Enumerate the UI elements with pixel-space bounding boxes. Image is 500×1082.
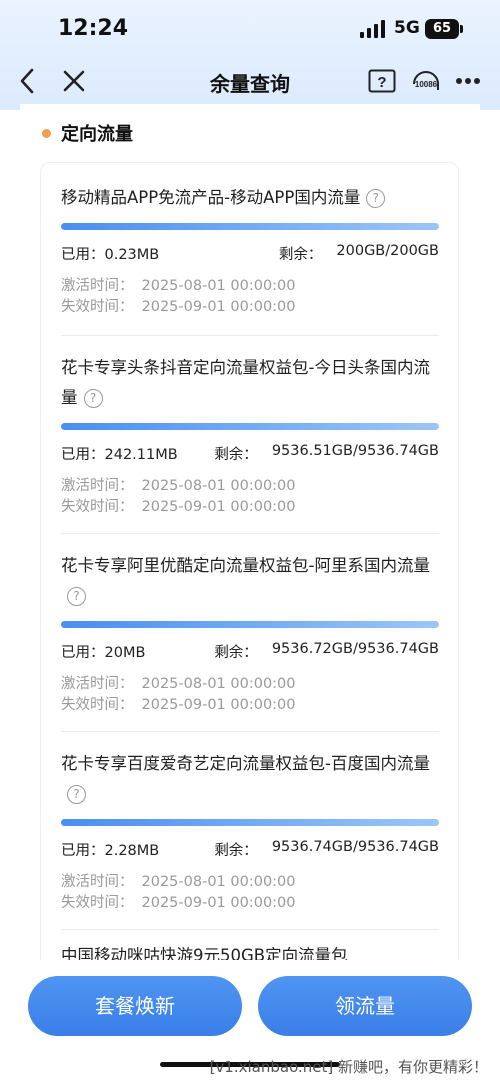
network-type: 5G bbox=[394, 18, 420, 38]
usage-bar bbox=[61, 423, 439, 430]
usage-row: 已用：20MB 剩余： 9536.72GB/9536.74GB bbox=[61, 641, 439, 662]
customer-service-icon[interactable]: 10086 bbox=[404, 58, 448, 104]
package-name: 移动精品APP免流产品-移动APP国内流量? bbox=[61, 183, 439, 213]
question-icon[interactable]: ? bbox=[67, 587, 86, 606]
divider bbox=[61, 533, 439, 534]
activate-time: 激活时间： 2025-08-01 00:00:00 bbox=[61, 278, 296, 294]
signal-icon bbox=[360, 20, 385, 38]
expire-time: 失效时间： 2025-09-01 00:00:00 bbox=[61, 499, 296, 515]
divider bbox=[61, 335, 439, 336]
used-label: 已用： bbox=[61, 645, 105, 661]
section-title: 定向流量 bbox=[61, 124, 133, 145]
used-label: 已用： bbox=[61, 447, 105, 463]
plan-renew-button[interactable]: 套餐焕新 bbox=[28, 976, 242, 1036]
used-value: 242.11MB bbox=[104, 447, 178, 463]
remain-value: 200GB/200GB bbox=[336, 243, 439, 259]
svg-text:?: ? bbox=[377, 74, 386, 91]
divider bbox=[61, 929, 439, 930]
status-time: 12:24 bbox=[58, 16, 129, 41]
expire-time: 失效时间： 2025-09-01 00:00:00 bbox=[61, 697, 296, 713]
claim-data-button[interactable]: 领流量 bbox=[258, 976, 472, 1036]
question-icon[interactable]: ? bbox=[83, 389, 103, 408]
package-item: 移动精品APP免流产品-移动APP国内流量? 已用：0.23MB 剩余： 200G… bbox=[61, 183, 439, 318]
package-item: 中国移动咪咕快游9元50GB定向流量包 bbox=[61, 941, 439, 960]
battery-icon: 65 bbox=[425, 19, 459, 39]
usage-row: 已用：242.11MB 剩余： 9536.51GB/9536.74GB bbox=[61, 443, 439, 464]
package-item: 花卡专享头条抖音定向流量权益包-今日头条国内流量? 已用：242.11MB 剩余… bbox=[61, 353, 439, 518]
package-item: 花卡专享百度爱奇艺定向流量权益包-百度国内流量? 已用：2.28MB 剩余： 95… bbox=[61, 749, 439, 914]
remain-label: 剩余： bbox=[214, 843, 258, 859]
question-icon[interactable]: ? bbox=[366, 189, 386, 208]
package-name: 中国移动咪咕快游9元50GB定向流量包 bbox=[61, 946, 348, 960]
more-icon[interactable] bbox=[448, 58, 488, 104]
remain-label: 剩余： bbox=[278, 247, 323, 263]
activate-time: 激活时间： 2025-08-01 00:00:00 bbox=[61, 478, 296, 494]
remain-label: 剩余： bbox=[214, 645, 258, 661]
content-area: 定向流量 移动精品APP免流产品-移动APP国内流量? 已用：0.23MB 剩余… bbox=[20, 104, 480, 960]
package-name: 花卡专享阿里优酷定向流量权益包-阿里系国内流量? bbox=[61, 551, 439, 611]
question-icon[interactable]: ? bbox=[67, 785, 86, 804]
section-header: 定向流量 bbox=[42, 120, 133, 146]
package-name: 花卡专享百度爱奇艺定向流量权益包-百度国内流量? bbox=[61, 749, 439, 809]
package-item: 花卡专享阿里优酷定向流量权益包-阿里系国内流量? 已用：20MB 剩余： 9536… bbox=[61, 551, 439, 716]
remain-value: 9536.51GB/9536.74GB bbox=[271, 443, 439, 459]
watermark: [v1.xianbao.net] 新赚吧，有你更精彩！ bbox=[209, 1058, 488, 1076]
usage-bar bbox=[61, 621, 439, 628]
divider bbox=[61, 731, 439, 732]
activate-time: 激活时间： 2025-08-01 00:00:00 bbox=[61, 874, 296, 890]
used-value: 20MB bbox=[104, 645, 146, 661]
status-bar: 12:24 5G 65 bbox=[0, 0, 500, 58]
help-icon[interactable]: ? bbox=[362, 58, 402, 104]
used-label: 已用： bbox=[61, 247, 105, 263]
usage-row: 已用：0.23MB 剩余： 200GB/200GB bbox=[61, 243, 439, 264]
activate-time: 激活时间： 2025-08-01 00:00:00 bbox=[61, 676, 296, 692]
usage-bar bbox=[61, 223, 439, 230]
service-number: 10086 bbox=[415, 80, 438, 89]
battery-tip bbox=[460, 25, 463, 33]
remain-value: 9536.72GB/9536.74GB bbox=[271, 641, 439, 657]
usage-bar bbox=[61, 819, 439, 826]
used-label: 已用： bbox=[61, 843, 105, 859]
remain-value: 9536.74GB/9536.74GB bbox=[271, 839, 439, 855]
package-list-card: 移动精品APP免流产品-移动APP国内流量? 已用：0.23MB 剩余： 200G… bbox=[40, 162, 459, 960]
nav-bar: 余量查询 ? 10086 bbox=[0, 58, 500, 104]
used-value: 0.23MB bbox=[104, 247, 160, 263]
package-name: 花卡专享头条抖音定向流量权益包-今日头条国内流量? bbox=[61, 358, 430, 408]
expire-time: 失效时间： 2025-09-01 00:00:00 bbox=[61, 299, 296, 315]
expire-time: 失效时间： 2025-09-01 00:00:00 bbox=[61, 895, 296, 911]
used-value: 2.28MB bbox=[104, 843, 160, 859]
remain-label: 剩余： bbox=[214, 447, 258, 463]
section-dot bbox=[42, 128, 51, 138]
usage-row: 已用：2.28MB 剩余： 9536.74GB/9536.74GB bbox=[61, 839, 439, 860]
